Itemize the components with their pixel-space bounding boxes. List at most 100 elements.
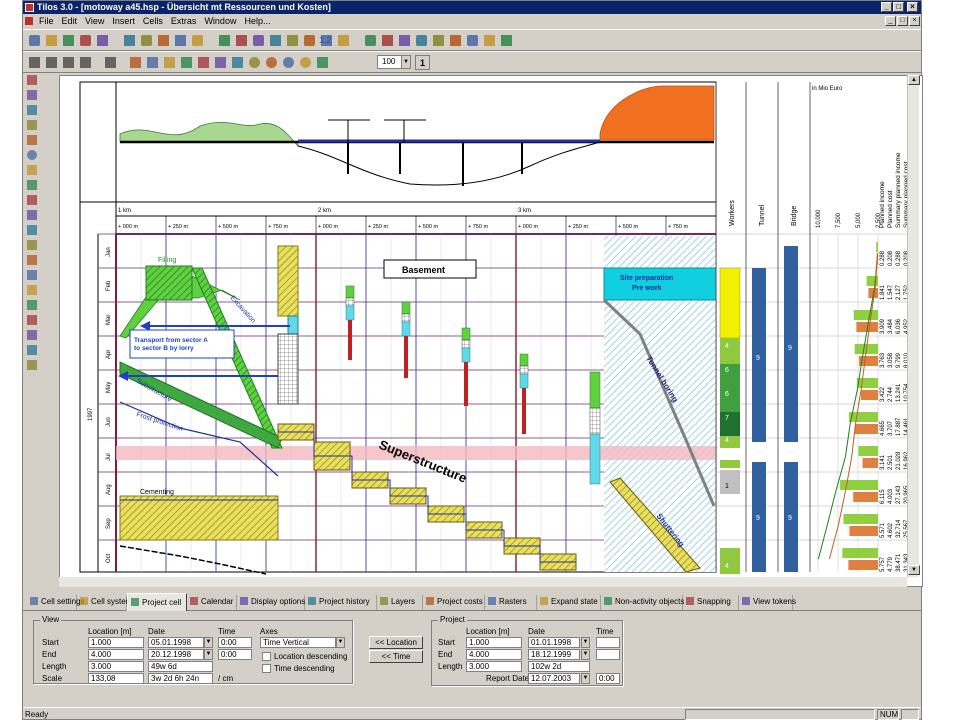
view-end-time-field[interactable]: 0:00 <box>218 649 252 660</box>
print-icon[interactable] <box>78 33 93 48</box>
menu-view[interactable]: View <box>81 14 108 28</box>
export-icon[interactable] <box>482 33 497 48</box>
menu-cells[interactable]: Cells <box>139 14 167 28</box>
measure-icon[interactable] <box>315 55 330 70</box>
time-location-canvas[interactable]: 1 km 2 km 3 km + 000 m + 250 m + 500 m + 750 m… <box>59 75 923 587</box>
move-up-icon[interactable] <box>234 33 249 48</box>
line-tool-icon[interactable] <box>25 88 40 103</box>
unlink-icon[interactable] <box>268 33 283 48</box>
ellipse-tool-icon[interactable] <box>25 148 40 163</box>
tab-display-options[interactable]: Display options <box>237 595 305 610</box>
tab-rasters[interactable]: Rasters <box>485 595 537 610</box>
view-start-time-field[interactable]: 0:00 <box>218 637 252 648</box>
menu-insert[interactable]: Insert <box>108 14 139 28</box>
chart-tool-icon[interactable] <box>25 253 40 268</box>
menu-file[interactable]: File <box>35 14 58 28</box>
triangle-tool-icon[interactable] <box>25 178 40 193</box>
flag-remove-icon[interactable] <box>380 33 395 48</box>
horizontal-scrollbar[interactable] <box>59 577 907 587</box>
link-icon[interactable] <box>251 33 266 48</box>
zoom-fit-icon[interactable] <box>298 55 313 70</box>
close-button[interactable]: × <box>907 2 918 12</box>
zoom-select[interactable]: 100 ▼ <box>377 55 411 69</box>
flag-icon[interactable] <box>336 33 351 48</box>
table-icon[interactable] <box>103 55 118 70</box>
tab-cell-system[interactable]: Cell system <box>77 595 132 610</box>
layers-icon[interactable] <box>285 33 300 48</box>
time-transfer-button[interactable]: << Time <box>369 650 423 663</box>
menu-window[interactable]: Window <box>200 14 240 28</box>
arrow-left-icon[interactable] <box>431 33 446 48</box>
vertical-scrollbar[interactable]: ▲ ▼ <box>907 75 920 577</box>
view-scale-location-field[interactable]: 133,08 <box>88 673 144 684</box>
chevron-down-icon[interactable]: ▼ <box>581 673 590 684</box>
zoom-in-icon[interactable] <box>264 55 279 70</box>
lasso-icon[interactable] <box>230 55 245 70</box>
path-tool-icon[interactable] <box>25 193 40 208</box>
cost-tool-icon[interactable] <box>25 298 40 313</box>
picture-icon[interactable] <box>465 33 480 48</box>
chevron-down-icon[interactable]: ▼ <box>204 637 213 648</box>
fill-tool-icon[interactable] <box>25 208 40 223</box>
chevron-down-icon[interactable]: ▼ <box>204 649 213 660</box>
view-length-location-field[interactable]: 3.000 <box>88 661 144 672</box>
pointer-add-icon[interactable] <box>145 55 160 70</box>
grid-snap-icon[interactable] <box>78 55 93 70</box>
polyline-tool-icon[interactable] <box>25 163 40 178</box>
select-arrow-icon[interactable] <box>25 73 40 88</box>
copy-icon[interactable] <box>139 33 154 48</box>
arrow-tool-icon[interactable] <box>25 103 40 118</box>
menu-help[interactable]: Help... <box>240 14 274 28</box>
tab-expand-state[interactable]: Expand state <box>537 595 601 610</box>
diagonal-tool-icon[interactable] <box>25 118 40 133</box>
view-length-date-field[interactable]: 49w 6d <box>148 661 213 672</box>
tab-non-activity-objects[interactable]: Non-activity objects <box>601 595 684 610</box>
tab-layers[interactable]: Layers <box>377 595 423 610</box>
project-end-location-field[interactable]: 4.000 <box>466 649 522 660</box>
location-descending-checkbox[interactable] <box>262 652 271 661</box>
menu-extras[interactable]: Extras <box>167 14 201 28</box>
tab-view-tokens[interactable]: View tokens <box>739 595 796 610</box>
tab-project-costs[interactable]: Project costs <box>423 595 485 610</box>
print-all-icon[interactable] <box>499 33 514 48</box>
new-icon[interactable] <box>27 33 42 48</box>
zoom-icon[interactable] <box>247 55 262 70</box>
time-descending-checkbox[interactable] <box>262 664 271 673</box>
crosshair-icon[interactable] <box>196 55 211 70</box>
report-date-field[interactable]: 12.07.2003 <box>528 673 580 684</box>
open-icon[interactable] <box>44 33 59 48</box>
link-tool-icon[interactable] <box>25 313 40 328</box>
project-length-location-field[interactable]: 3.000 <box>466 661 522 672</box>
hand-icon[interactable] <box>179 55 194 70</box>
project-end-time-field[interactable] <box>596 649 620 660</box>
table-tool-icon[interactable] <box>25 238 40 253</box>
grid-icon[interactable] <box>27 55 42 70</box>
grid-alt-icon[interactable] <box>61 55 76 70</box>
tab-cell-settings[interactable]: Cell settings <box>27 595 85 610</box>
save-icon[interactable] <box>61 33 76 48</box>
view-end-location-field[interactable]: 4.000 <box>88 649 144 660</box>
minus-icon[interactable] <box>397 33 412 48</box>
arrow-icon[interactable] <box>414 33 429 48</box>
resource-tool-icon[interactable] <box>25 283 40 298</box>
axes-select[interactable]: Time Vertical <box>260 637 336 648</box>
image-tool-icon[interactable] <box>25 223 40 238</box>
text-tool-icon[interactable] <box>25 328 40 343</box>
paste-icon[interactable] <box>156 33 171 48</box>
flag-add-icon[interactable] <box>363 33 378 48</box>
chart-icon[interactable] <box>173 33 188 48</box>
doc-restore-button[interactable]: □ <box>897 16 908 26</box>
select-icon[interactable] <box>213 55 228 70</box>
maximize-button[interactable]: □ <box>893 2 904 12</box>
note-tool-icon[interactable] <box>25 343 40 358</box>
zoom-fit-button[interactable]: 1 <box>415 55 430 70</box>
tab-calendar[interactable]: Calendar <box>187 595 237 610</box>
doc-minimize-button[interactable]: _ <box>885 16 896 26</box>
minimize-button[interactable]: _ <box>881 2 892 12</box>
report-time-field[interactable]: 0:00 <box>596 673 620 684</box>
scroll-up-icon[interactable]: ▲ <box>908 75 920 85</box>
pointer-icon[interactable] <box>128 55 143 70</box>
pointer-remove-icon[interactable] <box>162 55 177 70</box>
move-icon[interactable] <box>217 33 232 48</box>
project-length-date-field[interactable]: 102w 2d <box>528 661 590 672</box>
